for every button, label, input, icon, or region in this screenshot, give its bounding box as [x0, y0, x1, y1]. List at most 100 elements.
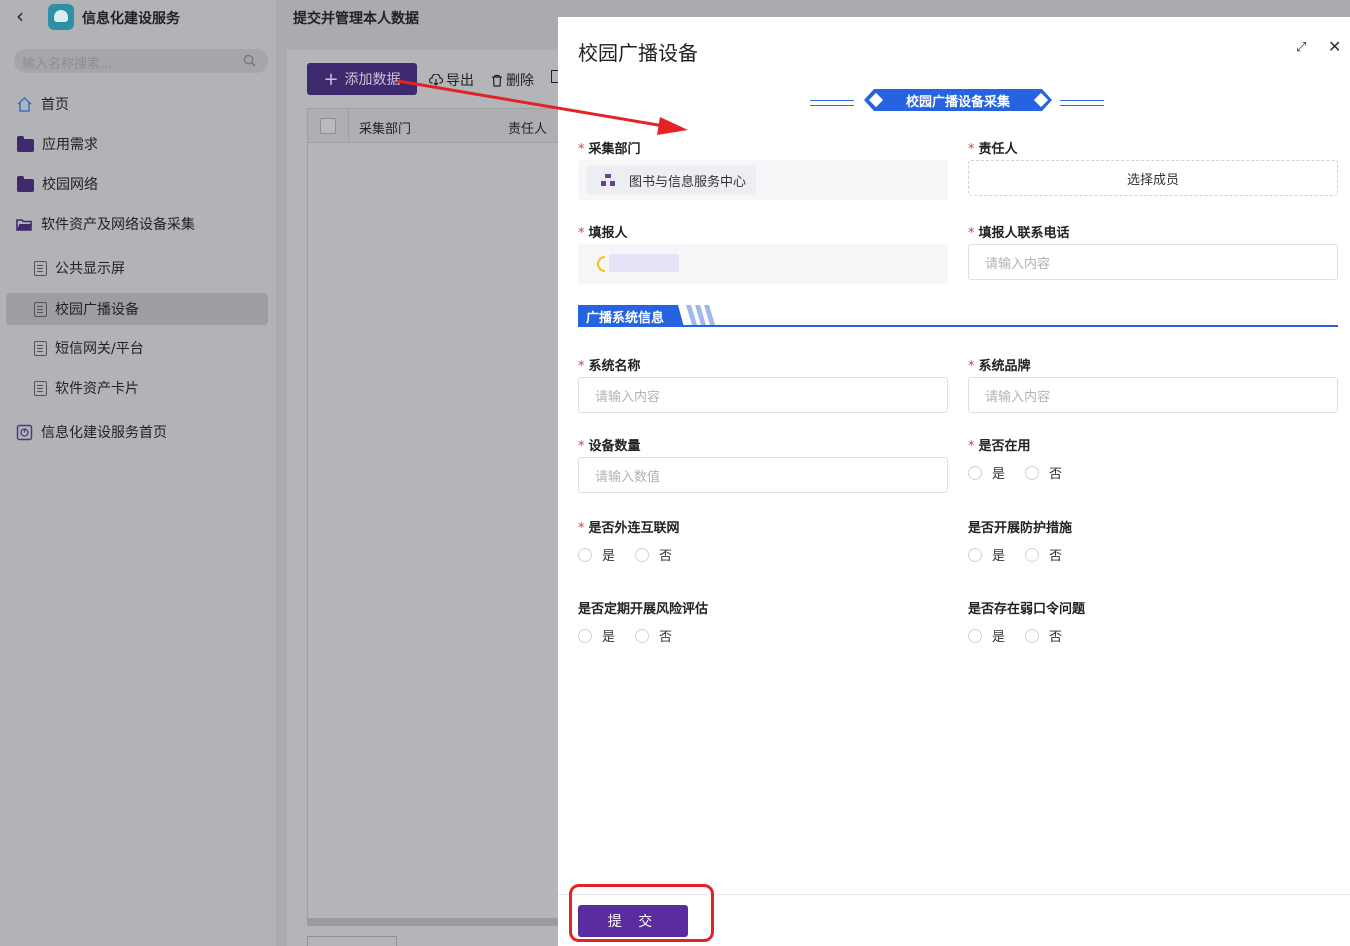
sidebar-item-software-assets[interactable]: 软件资产及网络设备采集	[16, 208, 195, 240]
radio-yes[interactable]	[968, 547, 982, 562]
field-label: * 是否外连互联网	[578, 521, 680, 536]
in-use-radio-group: 是 否	[968, 463, 1082, 482]
banner-title: 校园广播设备采集	[864, 89, 1052, 111]
sidebar-item-label: 应用需求	[42, 137, 98, 153]
cloud-download-icon	[429, 74, 443, 86]
radio-no[interactable]	[1025, 628, 1040, 643]
search-icon[interactable]	[243, 54, 256, 67]
weak-password-radio-group: 是 否	[968, 626, 1082, 645]
export-button[interactable]: 导出	[429, 70, 474, 90]
sidebar-item-home[interactable]: 首页	[16, 88, 69, 120]
section-header: 广播系统信息	[578, 305, 1338, 329]
org-chart-icon	[601, 174, 615, 186]
field-label: 是否开展防护措施	[968, 521, 1073, 536]
app-logo-icon	[48, 4, 74, 30]
risk-radio-group: 是 否	[578, 626, 692, 645]
document-icon	[34, 301, 47, 317]
drawer-panel: 校园广播设备 ⤢ ✕ 校园广播设备采集 * 采集部门 图书与信息服务中心 * 责任人…	[558, 17, 1350, 946]
sidebar-search[interactable]: 输入名称搜索...	[14, 49, 268, 73]
radio-yes[interactable]	[968, 628, 982, 643]
radio-label: 否	[1049, 549, 1063, 564]
app-title: 信息化建设服务	[82, 11, 180, 27]
radio-label: 是	[602, 549, 616, 564]
delete-button[interactable]: 删除	[491, 70, 534, 90]
device-count-input[interactable]: 请输入数值	[578, 457, 948, 493]
stripes-decoration-icon	[686, 305, 715, 325]
export-label: 导出	[446, 73, 474, 89]
sidebar-item-campus-broadcast[interactable]: 校园广播设备	[6, 293, 268, 325]
radio-label: 否	[1049, 630, 1063, 645]
system-name-input[interactable]: 请输入内容	[578, 377, 948, 413]
section-banner: 校园广播设备采集	[810, 89, 1106, 113]
field-label: * 是否在用	[968, 439, 1031, 454]
reporter-input[interactable]	[578, 244, 948, 284]
sidebar-item-sms-gateway[interactable]: 短信网关/平台	[34, 332, 144, 364]
trash-icon	[492, 74, 502, 87]
folder-icon	[17, 175, 34, 192]
banner-text: 校园广播设备采集	[905, 94, 1010, 110]
radio-no[interactable]	[635, 628, 650, 643]
dept-input[interactable]: 图书与信息服务中心	[578, 160, 948, 200]
page-size-select[interactable]	[307, 936, 397, 946]
document-icon	[34, 340, 47, 356]
more-toolbar-icon[interactable]	[551, 70, 558, 83]
search-placeholder: 输入名称搜索...	[22, 57, 113, 72]
annotation-highlight-box	[569, 884, 714, 942]
close-icon[interactable]: ✕	[1328, 39, 1344, 55]
radio-yes[interactable]	[578, 628, 592, 643]
section-title: 广播系统信息	[578, 305, 684, 327]
radio-yes[interactable]	[578, 547, 592, 562]
system-brand-input[interactable]: 请输入内容	[968, 377, 1338, 413]
internet-radio-group: 是 否	[578, 545, 692, 564]
phone-input[interactable]: 请输入内容	[968, 244, 1338, 280]
column-header-dept[interactable]: 采集部门	[359, 118, 411, 137]
folder-icon	[17, 135, 34, 152]
add-data-label: 添加数据	[344, 72, 401, 88]
sidebar-item-service-home[interactable]: 信息化建设服务首页	[16, 416, 167, 448]
drawer-title: 校园广播设备	[578, 41, 698, 65]
select-all-checkbox[interactable]	[320, 118, 336, 134]
field-label: * 设备数量	[578, 439, 641, 454]
radio-label: 否	[659, 630, 673, 645]
select-member-button[interactable]: 选择成员	[968, 160, 1338, 196]
radio-label: 否	[1049, 467, 1063, 482]
field-label: 是否定期开展风险评估	[578, 602, 709, 617]
reporter-name-redacted	[609, 254, 679, 272]
radio-label: 否	[659, 549, 673, 564]
sidebar-item-label: 短信网关/平台	[55, 341, 144, 357]
field-label: * 填报人	[578, 226, 628, 241]
sidebar-item-label: 首页	[41, 97, 69, 113]
radio-label: 是	[992, 630, 1006, 645]
radio-yes[interactable]	[968, 465, 982, 480]
column-header-owner[interactable]: 责任人	[508, 118, 547, 137]
radio-label: 是	[992, 549, 1006, 564]
sidebar-item-label: 校园广播设备	[55, 302, 139, 318]
radio-no[interactable]	[1025, 547, 1040, 562]
sidebar-header: ‹ 信息化建设服务	[0, 0, 276, 36]
expand-icon[interactable]: ⤢	[1296, 41, 1310, 55]
field-label: * 系统品牌	[968, 359, 1031, 374]
delete-label: 删除	[506, 73, 534, 89]
radio-no[interactable]	[1025, 465, 1040, 480]
table-scrollbar[interactable]	[307, 918, 567, 926]
sidebar-item-campus-network[interactable]: 校园网络	[17, 168, 98, 200]
field-label: * 系统名称	[578, 359, 641, 374]
back-arrow-icon[interactable]: ‹	[16, 6, 36, 28]
page-title: 提交并管理本人数据	[293, 11, 419, 27]
sidebar-item-public-display[interactable]: 公共显示屏	[34, 252, 125, 284]
table-header: 采集部门 责任人	[308, 109, 566, 143]
column-divider	[348, 109, 349, 143]
document-icon	[34, 380, 47, 396]
sidebar: ‹ 信息化建设服务 输入名称搜索... 首页 应用需求 校园网络 软件资产及网络…	[0, 0, 276, 946]
sidebar-item-asset-card[interactable]: 软件资产卡片	[34, 372, 139, 404]
field-label: * 采集部门	[578, 142, 641, 157]
sidebar-item-label: 校园网络	[42, 177, 98, 193]
home-icon	[17, 96, 32, 112]
banner-line-right	[1060, 100, 1104, 106]
document-icon	[34, 260, 47, 276]
sidebar-item-app-demand[interactable]: 应用需求	[17, 128, 98, 160]
add-data-button[interactable]: + 添加数据	[307, 63, 417, 95]
dept-tag: 图书与信息服务中心	[587, 166, 757, 194]
sidebar-item-label: 公共显示屏	[55, 261, 125, 277]
radio-no[interactable]	[635, 547, 650, 562]
